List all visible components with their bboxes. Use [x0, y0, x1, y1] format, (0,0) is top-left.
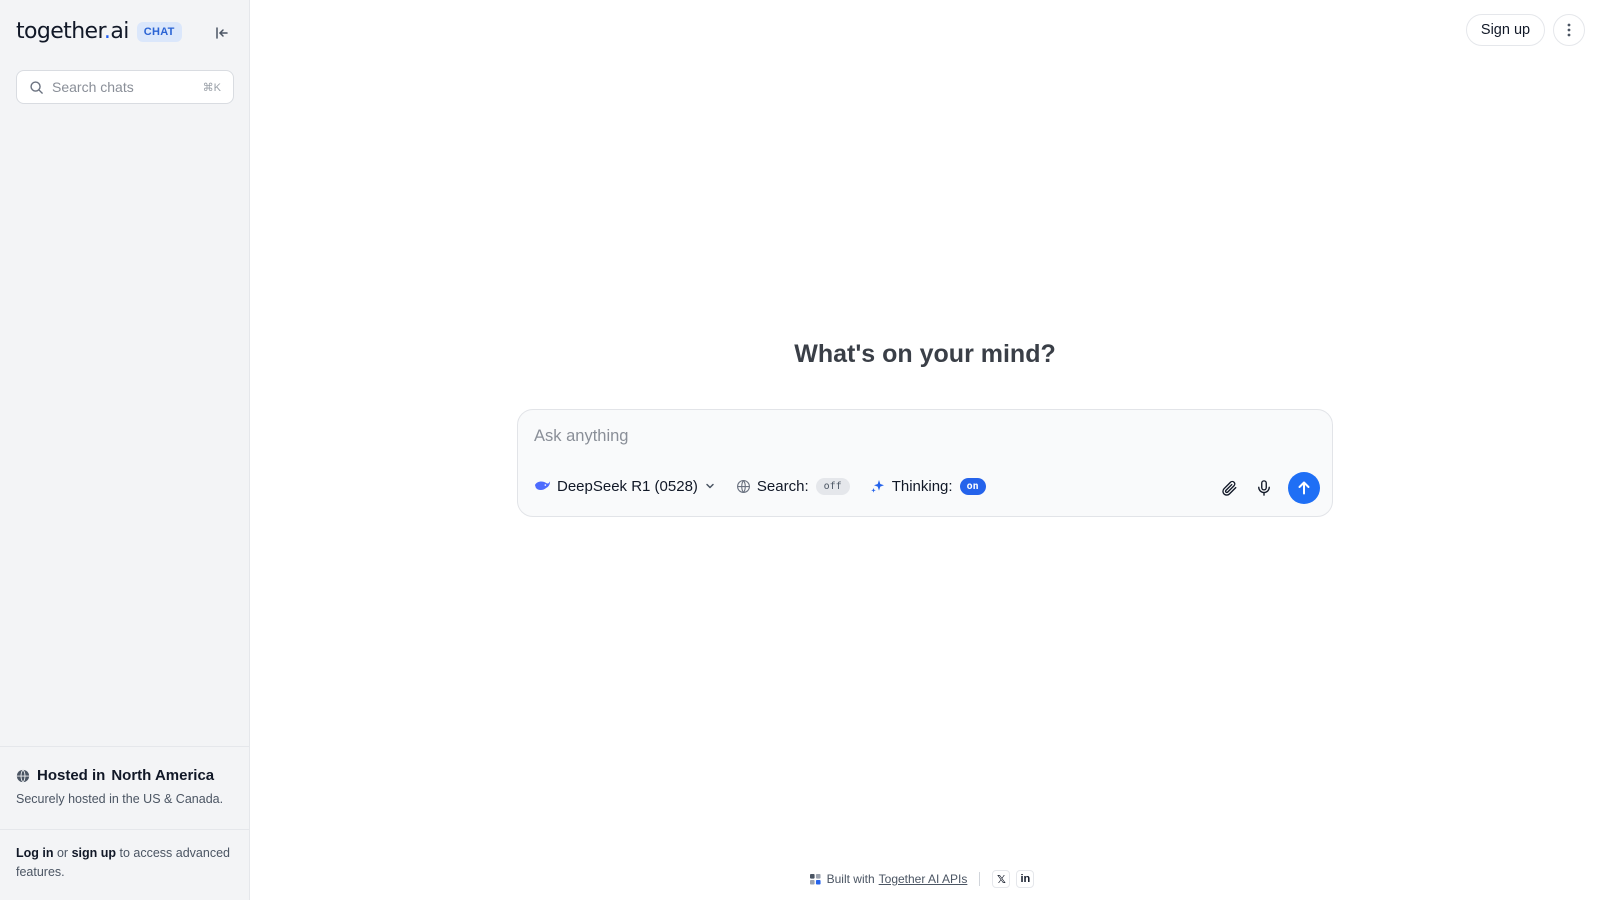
logo-text-right: ai — [110, 19, 129, 44]
collapse-sidebar-icon — [216, 27, 228, 39]
sparkles-icon — [870, 480, 884, 493]
microphone-icon — [1258, 480, 1270, 496]
hosted-title: Hosted in North America — [16, 767, 233, 784]
footer-divider — [979, 872, 981, 886]
chat-badge: CHAT — [136, 22, 182, 42]
signup-button[interactable]: Sign up — [1466, 14, 1545, 46]
model-selector[interactable]: DeepSeek R1 (0528) — [534, 478, 716, 495]
search-status-pill: off — [815, 477, 850, 495]
composer-controls: DeepSeek R1 (0528) Search: off Thinking:… — [534, 472, 986, 500]
linkedin-icon[interactable]: in — [1016, 870, 1035, 888]
search-icon — [30, 80, 43, 94]
thinking-status-pill: on — [959, 477, 986, 495]
hosted-region: North America — [111, 767, 215, 784]
logo-text-left: together — [16, 19, 105, 44]
collapse-sidebar-button[interactable] — [211, 22, 233, 44]
chat-composer: DeepSeek R1 (0528) Search: off Thinking:… — [517, 409, 1333, 517]
composer-actions — [1208, 472, 1320, 504]
globe-icon — [16, 769, 30, 782]
web-search-toggle[interactable]: Search: off — [736, 477, 850, 495]
built-with-text: Built with — [826, 872, 875, 886]
page-headline: What's on your mind? — [794, 340, 1056, 368]
hosting-info: Hosted in North America Securely hosted … — [0, 746, 249, 830]
model-name: DeepSeek R1 (0528) — [557, 477, 698, 495]
globe-icon — [736, 479, 750, 493]
brand-row: together.ai CHAT — [16, 16, 233, 48]
logo[interactable]: together.ai — [16, 21, 129, 43]
together-logo-icon — [809, 873, 821, 885]
x-social-icon[interactable]: 𝕏 — [992, 870, 1011, 888]
login-note: Log in or sign up to access advanced fea… — [16, 844, 238, 882]
login-link[interactable]: Log in — [16, 846, 54, 860]
login-note-or: or — [53, 846, 72, 860]
send-button[interactable] — [1288, 472, 1320, 504]
sidebar: together.ai CHAT ⌘K Hosted in North Amer… — [0, 0, 250, 900]
hosted-subtitle: Securely hosted in the US & Canada. — [16, 792, 224, 806]
search-shortcut: ⌘K — [202, 81, 221, 94]
attach-button[interactable] — [1215, 474, 1243, 502]
together-apis-link[interactable]: Together AI APIs — [879, 872, 968, 886]
search-input[interactable] — [52, 79, 182, 95]
chevron-down-icon — [706, 483, 714, 489]
prompt-input[interactable] — [534, 424, 1234, 448]
arrow-up-icon — [1298, 481, 1310, 495]
deepseek-whale-icon — [534, 481, 551, 491]
signup-link[interactable]: sign up — [72, 846, 116, 860]
voice-input-button[interactable] — [1250, 474, 1278, 502]
hosted-label: Hosted in — [37, 767, 106, 784]
more-options-button[interactable] — [1553, 14, 1585, 46]
paperclip-icon — [1222, 480, 1237, 496]
more-vertical-icon — [1567, 23, 1571, 37]
search-chats[interactable]: ⌘K — [16, 70, 234, 104]
thinking-toggle-label: Thinking: — [891, 477, 953, 495]
search-toggle-label: Search: — [756, 477, 809, 495]
footer: Built with Together AI APIs 𝕏 in — [250, 869, 1600, 889]
thinking-toggle[interactable]: Thinking: on — [870, 477, 986, 495]
